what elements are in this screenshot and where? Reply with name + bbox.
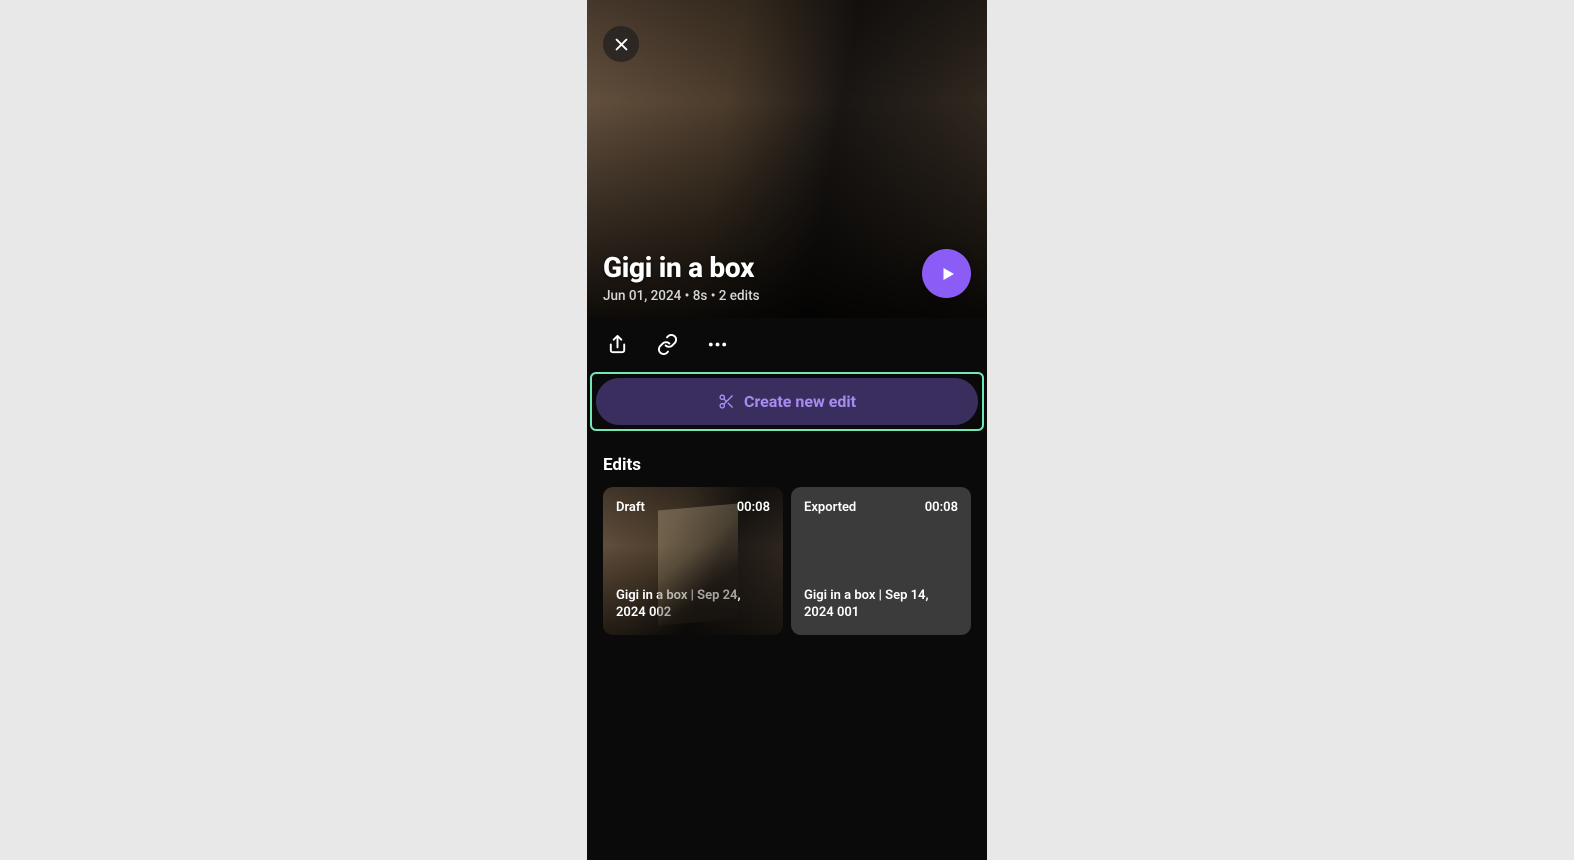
edit-duration: 00:08 (925, 500, 958, 515)
app-screen: Gigi in a box Jun 01, 2024 • 8s • 2 edit… (587, 0, 987, 860)
video-meta: Jun 01, 2024 • 8s • 2 edits (603, 288, 907, 304)
create-new-edit-label: Create new edit (744, 392, 856, 411)
hero-title-block: Gigi in a box Jun 01, 2024 • 8s • 2 edit… (603, 251, 907, 304)
edits-list: Draft 00:08 Gigi in a box | Sep 24, 2024… (587, 487, 987, 635)
edit-status-badge: Draft (616, 500, 645, 515)
close-icon (613, 36, 630, 53)
close-button[interactable] (603, 26, 639, 62)
play-button[interactable] (922, 249, 971, 298)
edit-card[interactable]: Exported 00:08 Gigi in a box | Sep 14, 2… (791, 487, 971, 635)
share-icon (606, 333, 629, 356)
share-button[interactable] (605, 332, 629, 356)
edit-card-top: Draft 00:08 (616, 500, 770, 515)
link-button[interactable] (655, 332, 679, 356)
create-wrap-highlight: Create new edit (590, 372, 984, 431)
edit-title: Gigi in a box | Sep 24, 2024 002 (616, 587, 770, 622)
edit-card-top: Exported 00:08 (804, 500, 958, 515)
edit-status-badge: Exported (804, 500, 856, 515)
action-row (587, 318, 987, 370)
edit-duration: 00:08 (737, 500, 770, 515)
edit-title: Gigi in a box | Sep 14, 2024 001 (804, 587, 958, 622)
edits-section-header: Edits (587, 433, 987, 487)
create-new-edit-button[interactable]: Create new edit (596, 378, 978, 425)
link-icon (656, 333, 679, 356)
more-icon (706, 333, 729, 356)
hero-media: Gigi in a box Jun 01, 2024 • 8s • 2 edit… (587, 0, 987, 318)
play-icon (939, 265, 957, 283)
video-title: Gigi in a box (603, 251, 907, 284)
edit-card[interactable]: Draft 00:08 Gigi in a box | Sep 24, 2024… (603, 487, 783, 635)
scissors-icon (718, 393, 735, 410)
more-button[interactable] (705, 332, 729, 356)
